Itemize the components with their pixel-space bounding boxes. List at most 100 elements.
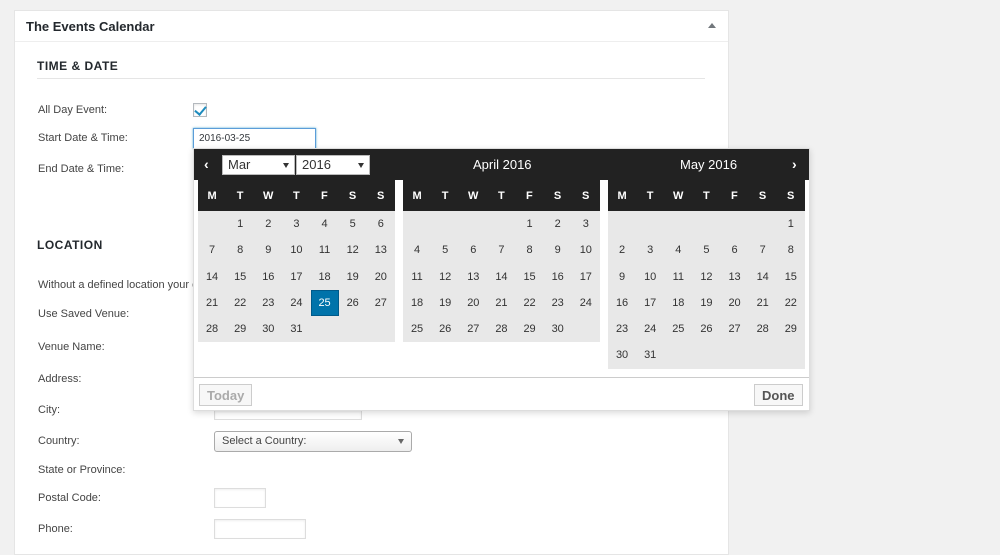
calendar-day[interactable]: 10	[572, 237, 600, 263]
calendar-day[interactable]: 9	[254, 237, 282, 263]
calendar-day[interactable]: 15	[226, 264, 254, 290]
calendar-day[interactable]: 29	[777, 316, 805, 342]
calendar-day[interactable]: 7	[487, 237, 515, 263]
calendar-day[interactable]: 2	[608, 237, 636, 263]
calendar-day[interactable]: 15	[777, 264, 805, 290]
calendar-day[interactable]: 19	[339, 264, 367, 290]
next-month-icon[interactable]: ›	[792, 156, 797, 172]
calendar-day[interactable]: 11	[403, 264, 431, 290]
calendar-day[interactable]: 12	[431, 264, 459, 290]
calendar-day[interactable]: 9	[544, 237, 572, 263]
calendar-day[interactable]: 8	[516, 237, 544, 263]
calendar-day[interactable]: 3	[572, 211, 600, 237]
calendar-day[interactable]: 31	[282, 316, 310, 342]
calendar-day[interactable]: 2	[544, 211, 572, 237]
calendar-day[interactable]: 22	[777, 290, 805, 316]
calendar-day[interactable]: 12	[692, 264, 720, 290]
calendar-day[interactable]: 21	[198, 290, 226, 316]
calendar-day[interactable]: 13	[367, 237, 395, 263]
calendar-day[interactable]: 19	[692, 290, 720, 316]
calendar-day[interactable]: 4	[403, 237, 431, 263]
today-button[interactable]: Today	[199, 384, 253, 406]
calendar-day[interactable]: 28	[487, 316, 515, 342]
city-input[interactable]	[214, 411, 362, 420]
calendar-day[interactable]: 18	[403, 290, 431, 316]
calendar-day[interactable]: 23	[544, 290, 572, 316]
calendar-day[interactable]: 17	[282, 264, 310, 290]
collapse-arrow-icon[interactable]	[708, 23, 716, 28]
calendar-day[interactable]: 20	[459, 290, 487, 316]
calendar-day[interactable]: 27	[721, 316, 749, 342]
calendar-day[interactable]: 24	[572, 290, 600, 316]
calendar-day[interactable]: 1	[777, 211, 805, 237]
calendar-day[interactable]: 16	[608, 290, 636, 316]
calendar-day[interactable]: 2	[254, 211, 282, 237]
calendar-day[interactable]: 11	[311, 237, 339, 263]
calendar-day[interactable]: 14	[198, 264, 226, 290]
calendar-day[interactable]: 23	[608, 316, 636, 342]
postal-code-input[interactable]	[214, 488, 266, 508]
calendar-day[interactable]: 22	[516, 290, 544, 316]
calendar-day[interactable]: 6	[459, 237, 487, 263]
calendar-day[interactable]: 27	[459, 316, 487, 342]
calendar-day[interactable]: 7	[749, 237, 777, 263]
calendar-day[interactable]: 29	[226, 316, 254, 342]
calendar-day[interactable]: 3	[282, 211, 310, 237]
calendar-day[interactable]: 1	[226, 211, 254, 237]
country-select[interactable]: Select a Country:	[214, 431, 412, 452]
calendar-day[interactable]: 23	[254, 290, 282, 316]
phone-input[interactable]	[214, 519, 306, 539]
calendar-day[interactable]: 26	[431, 316, 459, 342]
calendar-day[interactable]: 13	[459, 264, 487, 290]
calendar-day[interactable]: 25	[664, 316, 692, 342]
calendar-day[interactable]: 24	[282, 290, 310, 316]
calendar-day[interactable]: 10	[282, 237, 310, 263]
calendar-day[interactable]: 6	[721, 237, 749, 263]
calendar-day[interactable]: 3	[636, 237, 664, 263]
calendar-day[interactable]: 9	[608, 264, 636, 290]
calendar-day[interactable]: 4	[664, 237, 692, 263]
year-select[interactable]: 2016	[296, 155, 370, 175]
calendar-day[interactable]: 19	[431, 290, 459, 316]
calendar-day[interactable]: 22	[226, 290, 254, 316]
calendar-day[interactable]: 5	[339, 211, 367, 237]
calendar-day[interactable]: 5	[692, 237, 720, 263]
calendar-day[interactable]: 28	[749, 316, 777, 342]
calendar-day[interactable]: 21	[749, 290, 777, 316]
calendar-day[interactable]: 17	[636, 290, 664, 316]
done-button[interactable]: Done	[754, 384, 803, 406]
calendar-day[interactable]: 30	[544, 316, 572, 342]
calendar-day[interactable]: 16	[254, 264, 282, 290]
calendar-day[interactable]: 18	[311, 264, 339, 290]
calendar-day[interactable]: 30	[254, 316, 282, 342]
calendar-day[interactable]: 7	[198, 237, 226, 263]
calendar-day[interactable]: 16	[544, 264, 572, 290]
calendar-day[interactable]: 30	[608, 342, 636, 368]
calendar-day[interactable]: 21	[487, 290, 515, 316]
calendar-day[interactable]: 20	[721, 290, 749, 316]
calendar-day[interactable]: 14	[487, 264, 515, 290]
calendar-day[interactable]: 25	[403, 316, 431, 342]
calendar-day[interactable]: 13	[721, 264, 749, 290]
calendar-day[interactable]: 27	[367, 290, 395, 316]
calendar-day[interactable]: 6	[367, 211, 395, 237]
calendar-day[interactable]: 12	[339, 237, 367, 263]
calendar-day[interactable]: 25	[310, 289, 339, 317]
calendar-day[interactable]: 17	[572, 264, 600, 290]
calendar-day[interactable]: 28	[198, 316, 226, 342]
calendar-day[interactable]: 8	[777, 237, 805, 263]
calendar-day[interactable]: 18	[664, 290, 692, 316]
calendar-day[interactable]: 8	[226, 237, 254, 263]
start-date-input[interactable]	[193, 128, 316, 149]
calendar-day[interactable]: 29	[516, 316, 544, 342]
calendar-day[interactable]: 20	[367, 264, 395, 290]
calendar-day[interactable]: 14	[749, 264, 777, 290]
calendar-day[interactable]: 24	[636, 316, 664, 342]
calendar-day[interactable]: 31	[636, 342, 664, 368]
calendar-day[interactable]: 5	[431, 237, 459, 263]
calendar-day[interactable]: 26	[692, 316, 720, 342]
calendar-day[interactable]: 26	[339, 290, 367, 316]
month-select[interactable]: Mar	[222, 155, 295, 175]
prev-month-icon[interactable]: ‹	[204, 156, 209, 172]
calendar-day[interactable]: 15	[516, 264, 544, 290]
